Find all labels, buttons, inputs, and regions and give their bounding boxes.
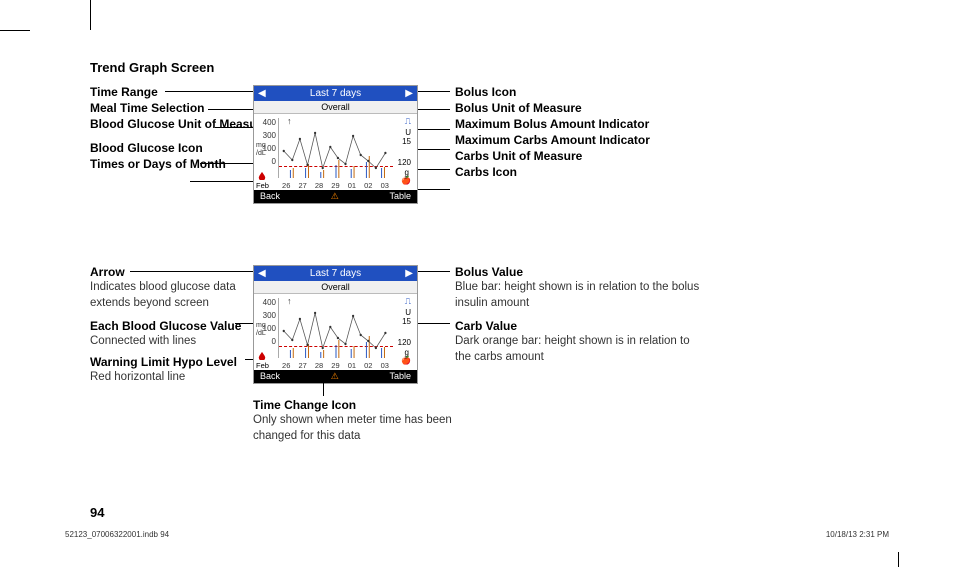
leader-line-vertical [323, 378, 324, 396]
callout-each-bg: Each Blood Glucose Value [90, 319, 241, 333]
leader-line [208, 109, 253, 110]
bolus-unit-label: U [405, 128, 411, 137]
meal-selection-value: Overall [254, 101, 417, 114]
back-softkey: Back [260, 191, 280, 202]
x-month-label: Feb [256, 361, 278, 370]
callout-carbs-icon: Carbs Icon [455, 165, 517, 179]
next-arrow-icon: ▶ [405, 88, 413, 99]
footer-filename: 52123_07006322001.indb 94 [65, 530, 169, 539]
diagram-trend-graph-top: Time Range Meal Time Selection Blood Glu… [90, 85, 870, 235]
callout-time-range: Time Range [90, 85, 158, 99]
device-chart: 400 300 100 0 mg /dL ↑ [254, 114, 417, 190]
carbs-icon: 🍎 [401, 176, 411, 185]
leader-line [190, 181, 260, 182]
x-axis-labels: 26272829010203 [278, 181, 393, 190]
bolus-unit-label: U [405, 308, 411, 317]
max-carbs-value: 120 [398, 158, 411, 167]
leader-line [200, 163, 256, 164]
bolus-icon: ⎍ [405, 296, 411, 307]
time-range-value: Last 7 days [310, 88, 361, 99]
time-change-icon: ⚠ [331, 191, 339, 202]
max-bolus-value: 15 [402, 137, 411, 146]
device-screen-1: ◀ Last 7 days ▶ Overall 400 300 100 0 mg… [253, 85, 418, 204]
carbs-icon: 🍎 [401, 356, 411, 365]
device-footer: Back ⚠ Table [254, 370, 417, 383]
leader-line [165, 91, 253, 92]
leader-line [418, 91, 450, 92]
table-softkey: Table [389, 191, 411, 202]
crop-mark-br [898, 552, 899, 567]
callout-time-change-sub: Only shown when meter time has been chan… [253, 414, 452, 442]
footer-timestamp: 10/18/13 2:31 PM [826, 530, 889, 539]
prev-arrow-icon: ◀ [258, 268, 266, 279]
plot-area: ↑ [278, 118, 393, 178]
bg-unit-label: mg/dL [256, 322, 266, 338]
left-callouts-2: Arrow Indicates blood glucose data extend… [90, 265, 250, 387]
chart-svg [279, 298, 393, 358]
print-footer: 52123_07006322001.indb 94 10/18/13 2:31 … [65, 530, 889, 539]
blood-drop-icon [258, 352, 266, 360]
callout-bolus-icon: Bolus Icon [455, 85, 516, 99]
page-content: Trend Graph Screen Time Range Meal Time … [90, 60, 870, 475]
max-carbs-value: 120 [398, 338, 411, 347]
leader-line [418, 169, 450, 170]
device-header: ◀ Last 7 days ▶ [254, 86, 417, 101]
callout-bg-icon: Blood Glucose Icon [90, 141, 203, 155]
next-arrow-icon: ▶ [405, 268, 413, 279]
blood-drop-icon [258, 172, 266, 180]
max-bolus-value: 15 [402, 317, 411, 326]
leader-line [418, 129, 450, 130]
callout-time-change: Time Change Icon [253, 398, 356, 412]
device-header: ◀ Last 7 days ▶ [254, 266, 417, 281]
back-softkey: Back [260, 371, 280, 382]
callout-hypo: Warning Limit Hypo Level [90, 355, 237, 369]
x-month-label: Feb [256, 181, 278, 190]
chart-svg [279, 118, 393, 178]
callout-max-bolus: Maximum Bolus Amount Indicator [455, 117, 649, 131]
callout-bolus-value: Bolus Value [455, 265, 523, 279]
leader-line [418, 323, 450, 324]
callout-bolus-unit: Bolus Unit of Measure [455, 101, 582, 115]
callout-arrow: Arrow [90, 265, 125, 279]
crop-mark-vertical [90, 0, 91, 30]
callout-hypo-sub: Red horizontal line [90, 371, 185, 383]
crop-mark-horizontal [0, 30, 30, 31]
bg-unit-label: mg /dL [256, 142, 266, 158]
right-callouts-2: Bolus Value Blue bar: height shown is in … [455, 265, 705, 367]
section-title: Trend Graph Screen [90, 60, 870, 75]
right-callouts-1: Bolus Icon Bolus Unit of Measure Maximum… [455, 85, 715, 181]
plot-area: ↑ [278, 298, 393, 358]
callout-arrow-sub: Indicates blood glucose data extends bey… [90, 281, 236, 309]
leader-line [418, 109, 450, 110]
device-footer: Back ⚠ Table [254, 190, 417, 203]
page-number: 94 [90, 505, 104, 520]
callout-meal-time: Meal Time Selection [90, 101, 205, 115]
callout-bolus-value-sub: Blue bar: height shown is in relation to… [455, 281, 699, 309]
callout-bg-unit: Blood Glucose Unit of Measure [90, 117, 268, 131]
callout-carbs-unit: Carbs Unit of Measure [455, 149, 582, 163]
callout-max-carbs: Maximum Carbs Amount Indicator [455, 133, 650, 147]
leader-line [418, 149, 450, 150]
leader-line [418, 271, 450, 272]
device-chart: 4003001000 mg/dL ↑ ⎍ U 15 120 [254, 294, 417, 370]
callout-carb-value: Carb Value [455, 319, 517, 333]
callout-times-days: Times or Days of Month [90, 157, 226, 171]
prev-arrow-icon: ◀ [258, 88, 266, 99]
diagram-trend-graph-bottom: Arrow Indicates blood glucose data extend… [90, 265, 870, 445]
meal-selection-value: Overall [254, 281, 417, 294]
leader-line [418, 189, 450, 190]
time-change-icon: ⚠ [331, 371, 339, 382]
callout-each-bg-sub: Connected with lines [90, 335, 196, 347]
table-softkey: Table [389, 371, 411, 382]
bolus-icon: ⎍ [405, 116, 411, 127]
callout-carb-value-sub: Dark orange bar: height shown is in rela… [455, 335, 690, 363]
bottom-callout: Time Change Icon Only shown when meter t… [253, 398, 463, 444]
x-axis-labels: 26272829010203 [278, 361, 393, 370]
device-screen-2: ◀ Last 7 days ▶ Overall 4003001000 mg/dL… [253, 265, 418, 384]
